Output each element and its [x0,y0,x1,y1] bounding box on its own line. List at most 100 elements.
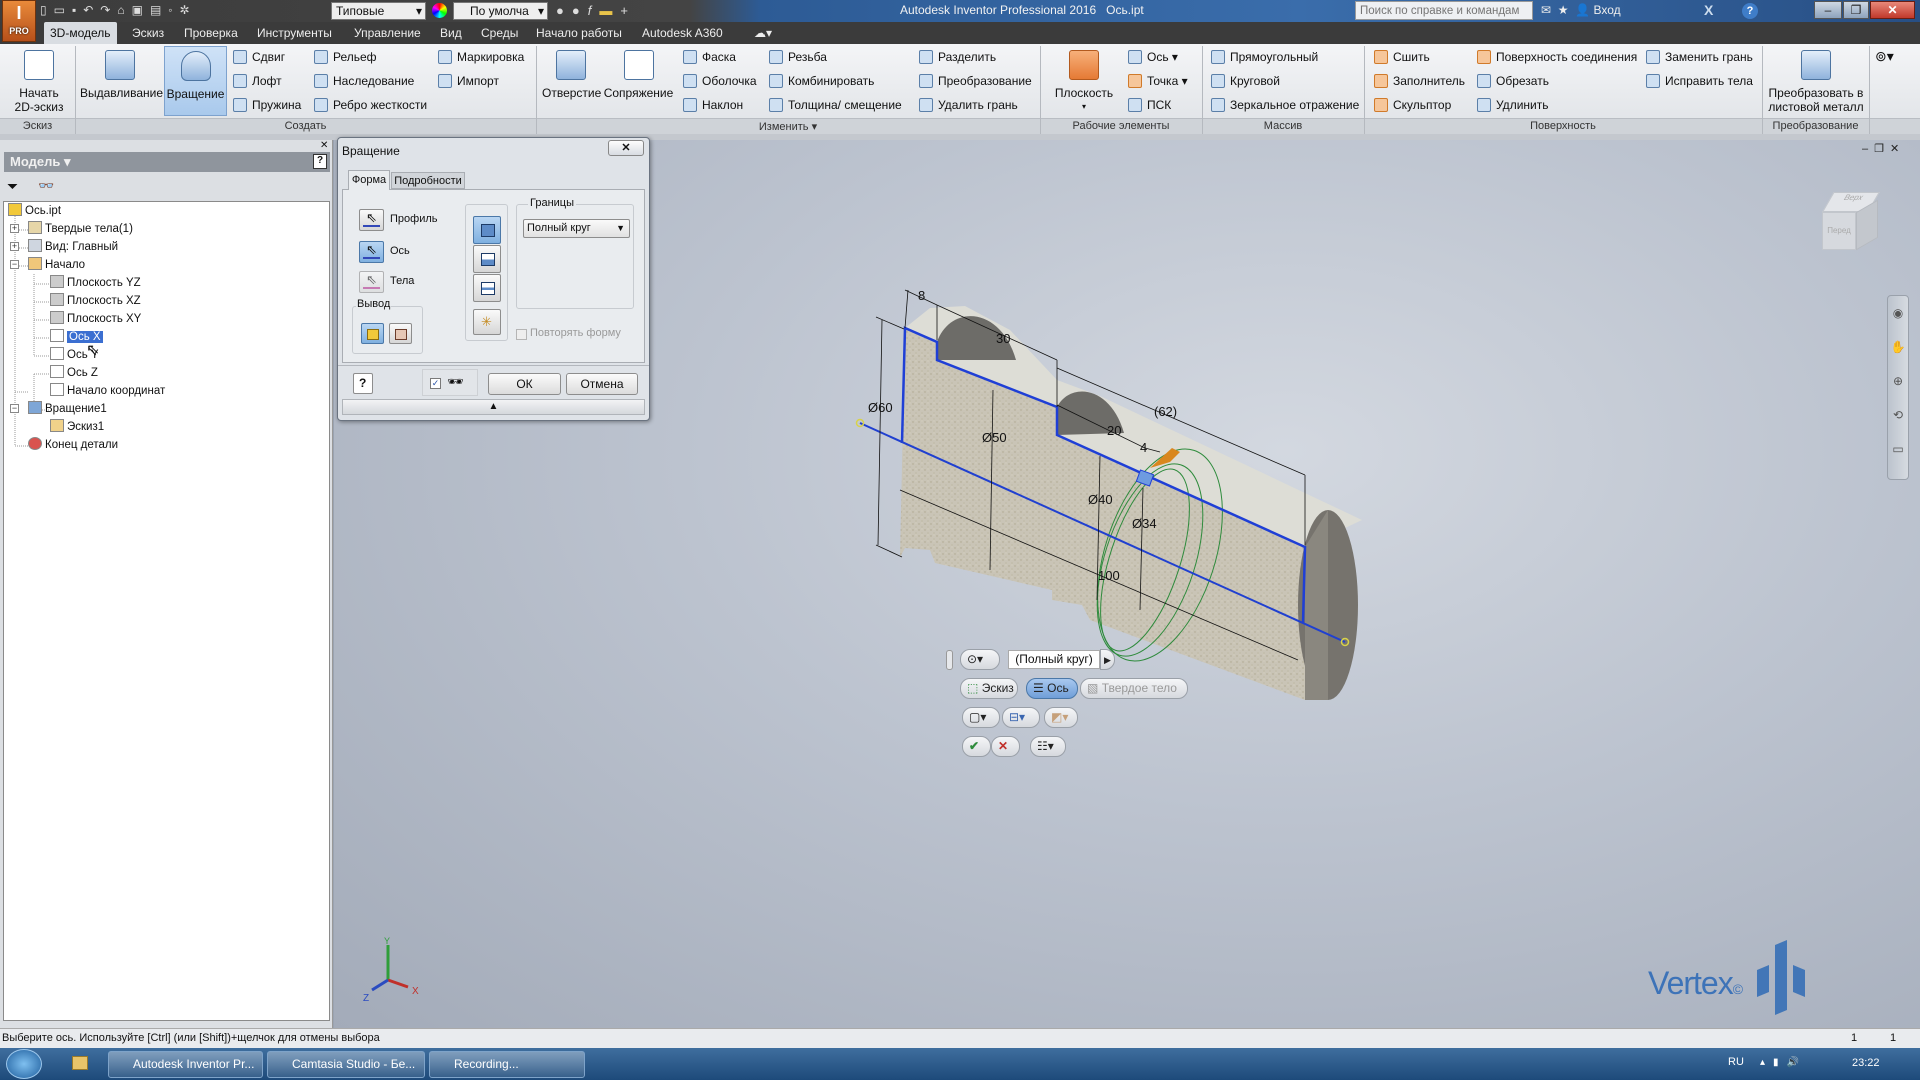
output-dropdown[interactable]: ▢▾ [962,707,1000,728]
new-solid-dropdown[interactable]: ◩▾ [1044,707,1078,728]
output-solid-button[interactable] [361,323,384,344]
status-message: Выберите ось. Используйте [Ctrl] (или [S… [2,1032,380,1044]
dimension-label[interactable]: Ø34 [1132,516,1157,531]
extents-select[interactable]: Полный круг ▼ [523,219,630,238]
orbit-icon[interactable]: ⟲ [1888,398,1908,432]
dialog-close-button[interactable]: ✕ [608,140,644,156]
tab-shape[interactable]: Форма [348,170,390,190]
glasses-icon: 🕶 [447,374,464,389]
watermark-text: Vertex [1648,965,1734,1001]
app-menu-button[interactable]: I PRO [2,0,36,42]
dimension-label[interactable]: Ø60 [868,400,893,415]
preview-toggle[interactable]: ✓ 🕶 [422,369,478,396]
tab-more[interactable]: Подробности [391,172,465,189]
dimension-label[interactable]: 20 [1107,423,1121,438]
taskbar-item-recording[interactable]: Recording... [429,1051,585,1078]
axis-select-button[interactable]: ⇖ [359,241,384,263]
cancel-button[interactable]: Отмена [566,373,638,395]
logo-label: PRO [9,26,29,36]
start-button[interactable] [6,1049,42,1079]
triad-x-label: X [412,986,419,997]
solid-select-icon: ▧ [1087,681,1099,695]
zoom-icon[interactable]: ⊕ [1888,364,1908,398]
mini-axis-label: Ось [1047,681,1069,695]
volume-icon[interactable]: 🔊 [1787,1057,1807,1068]
intersect-button[interactable] [473,274,501,302]
new-solid-icon: ✳ [481,314,492,329]
taskbar-item-label: Autodesk Inventor Pr... [133,1057,255,1071]
dimension-label[interactable]: 4 [1140,440,1147,455]
viewcube[interactable]: Верх Перед [1822,192,1882,254]
cross-icon: ✕ [998,739,1009,753]
output-label: Вывод [356,298,392,310]
extent-value-field[interactable]: (Полный круг) [1008,650,1100,669]
cursor-arrow-icon: ⇖ [366,242,377,257]
join-button[interactable] [473,216,501,244]
extents-select-value: Полный круг [527,222,591,234]
match-shape-checkbox[interactable] [516,329,527,340]
tray-icons: ▴▮🔊 [1760,1057,1807,1068]
dimension-label[interactable]: Ø40 [1088,492,1113,507]
dimension-label[interactable]: 8 [918,288,925,303]
viewport-window-controls: –❐✕ [1862,142,1905,155]
steering-wheel-icon[interactable]: ◉ [1888,296,1908,330]
solid-cube-icon [367,329,379,340]
network-icon[interactable]: ▮ [1773,1057,1787,1068]
profile-label: Профиль [390,213,438,225]
revolve-dialog: Вращение ✕ Форма Подробности ⇖ Профиль ⇖… [337,137,650,421]
part-model[interactable] [0,0,1920,1080]
coordinate-triad: Y X Z [363,936,419,1004]
dimension-label[interactable]: (62) [1154,404,1177,419]
viewport-minimize-icon[interactable]: – [1862,143,1874,155]
operation-dropdown[interactable]: ⊟▾ [1002,707,1040,728]
vertex-watermark: Vertex© [1648,965,1743,1001]
play-arrow-icon: ▶ [1104,655,1111,665]
sketch-select-icon: ⬚ [967,681,979,695]
viewcube-front[interactable]: Перед [1822,212,1856,250]
revolve-type-dropdown[interactable]: ⊙▾ [960,649,1000,670]
viewport-close-icon[interactable]: ✕ [1890,143,1905,155]
dialog-help-button[interactable]: ? [353,373,373,394]
mini-toolbar-grip[interactable] [946,650,953,670]
cancel-mini-button[interactable]: ✕ [991,736,1020,757]
match-shape-label: Повторять форму [530,327,621,339]
full-circle-icon: ⊙▾ [967,652,984,666]
navigation-bar: ◉ ✋ ⊕ ⟲ ▭ [1887,295,1909,480]
language-indicator[interactable]: RU [1728,1056,1744,1068]
options-menu-button[interactable]: ☷▾ [1030,736,1066,757]
help-icon: ? [359,376,367,390]
cut-button[interactable] [473,245,501,273]
explorer-icon[interactable] [72,1056,88,1070]
chevron-down-icon: ▼ [616,223,625,233]
axis-label: Ось [390,245,410,257]
new-solid-icon: ◩▾ [1051,710,1069,724]
show-hidden-icon[interactable]: ▴ [1760,1057,1773,1068]
join-icon: ⊟▾ [1009,710,1026,724]
solids-select-button[interactable]: ⇖ [359,271,384,293]
dimension-label[interactable]: Ø50 [982,430,1007,445]
clock[interactable]: 23:22 [1852,1057,1880,1069]
taskbar-item-camtasia[interactable]: Camtasia Studio - Бе... [267,1051,425,1078]
look-at-icon[interactable]: ▭ [1888,432,1908,466]
extents-label: Границы [528,197,576,209]
dimension-label[interactable]: 30 [996,331,1010,346]
mouse-cursor-icon: ⇖ [86,342,100,359]
pan-icon[interactable]: ✋ [1888,330,1908,364]
mini-profile-button[interactable]: ⬚ Эскиз [960,678,1018,699]
collapse-dialog-button[interactable]: ▲ [342,399,645,415]
mini-solid-button[interactable]: ▧ Твердое тело [1080,678,1188,699]
ok-button[interactable]: ОК [488,373,561,395]
taskbar-item-inventor[interactable]: Autodesk Inventor Pr... [108,1051,263,1078]
triad-y-label: Y [384,936,390,946]
output-surface-button[interactable] [389,323,412,344]
profile-select-button[interactable]: ⇖ [359,209,384,231]
taskbar-item-label: Camtasia Studio - Бе... [292,1057,416,1071]
apply-button[interactable]: ✔ [962,736,991,757]
viewport-restore-icon[interactable]: ❐ [1874,143,1890,155]
new-solid-button[interactable]: ✳ [473,309,501,335]
axis-select-icon: ☰ [1033,681,1044,695]
mini-solid-label: Твердое тело [1101,681,1177,695]
mini-axis-button[interactable]: ☰ Ось [1026,678,1078,699]
dimension-label[interactable]: 100 [1098,568,1120,583]
preview-checkbox-box[interactable]: ✓ [430,378,441,389]
